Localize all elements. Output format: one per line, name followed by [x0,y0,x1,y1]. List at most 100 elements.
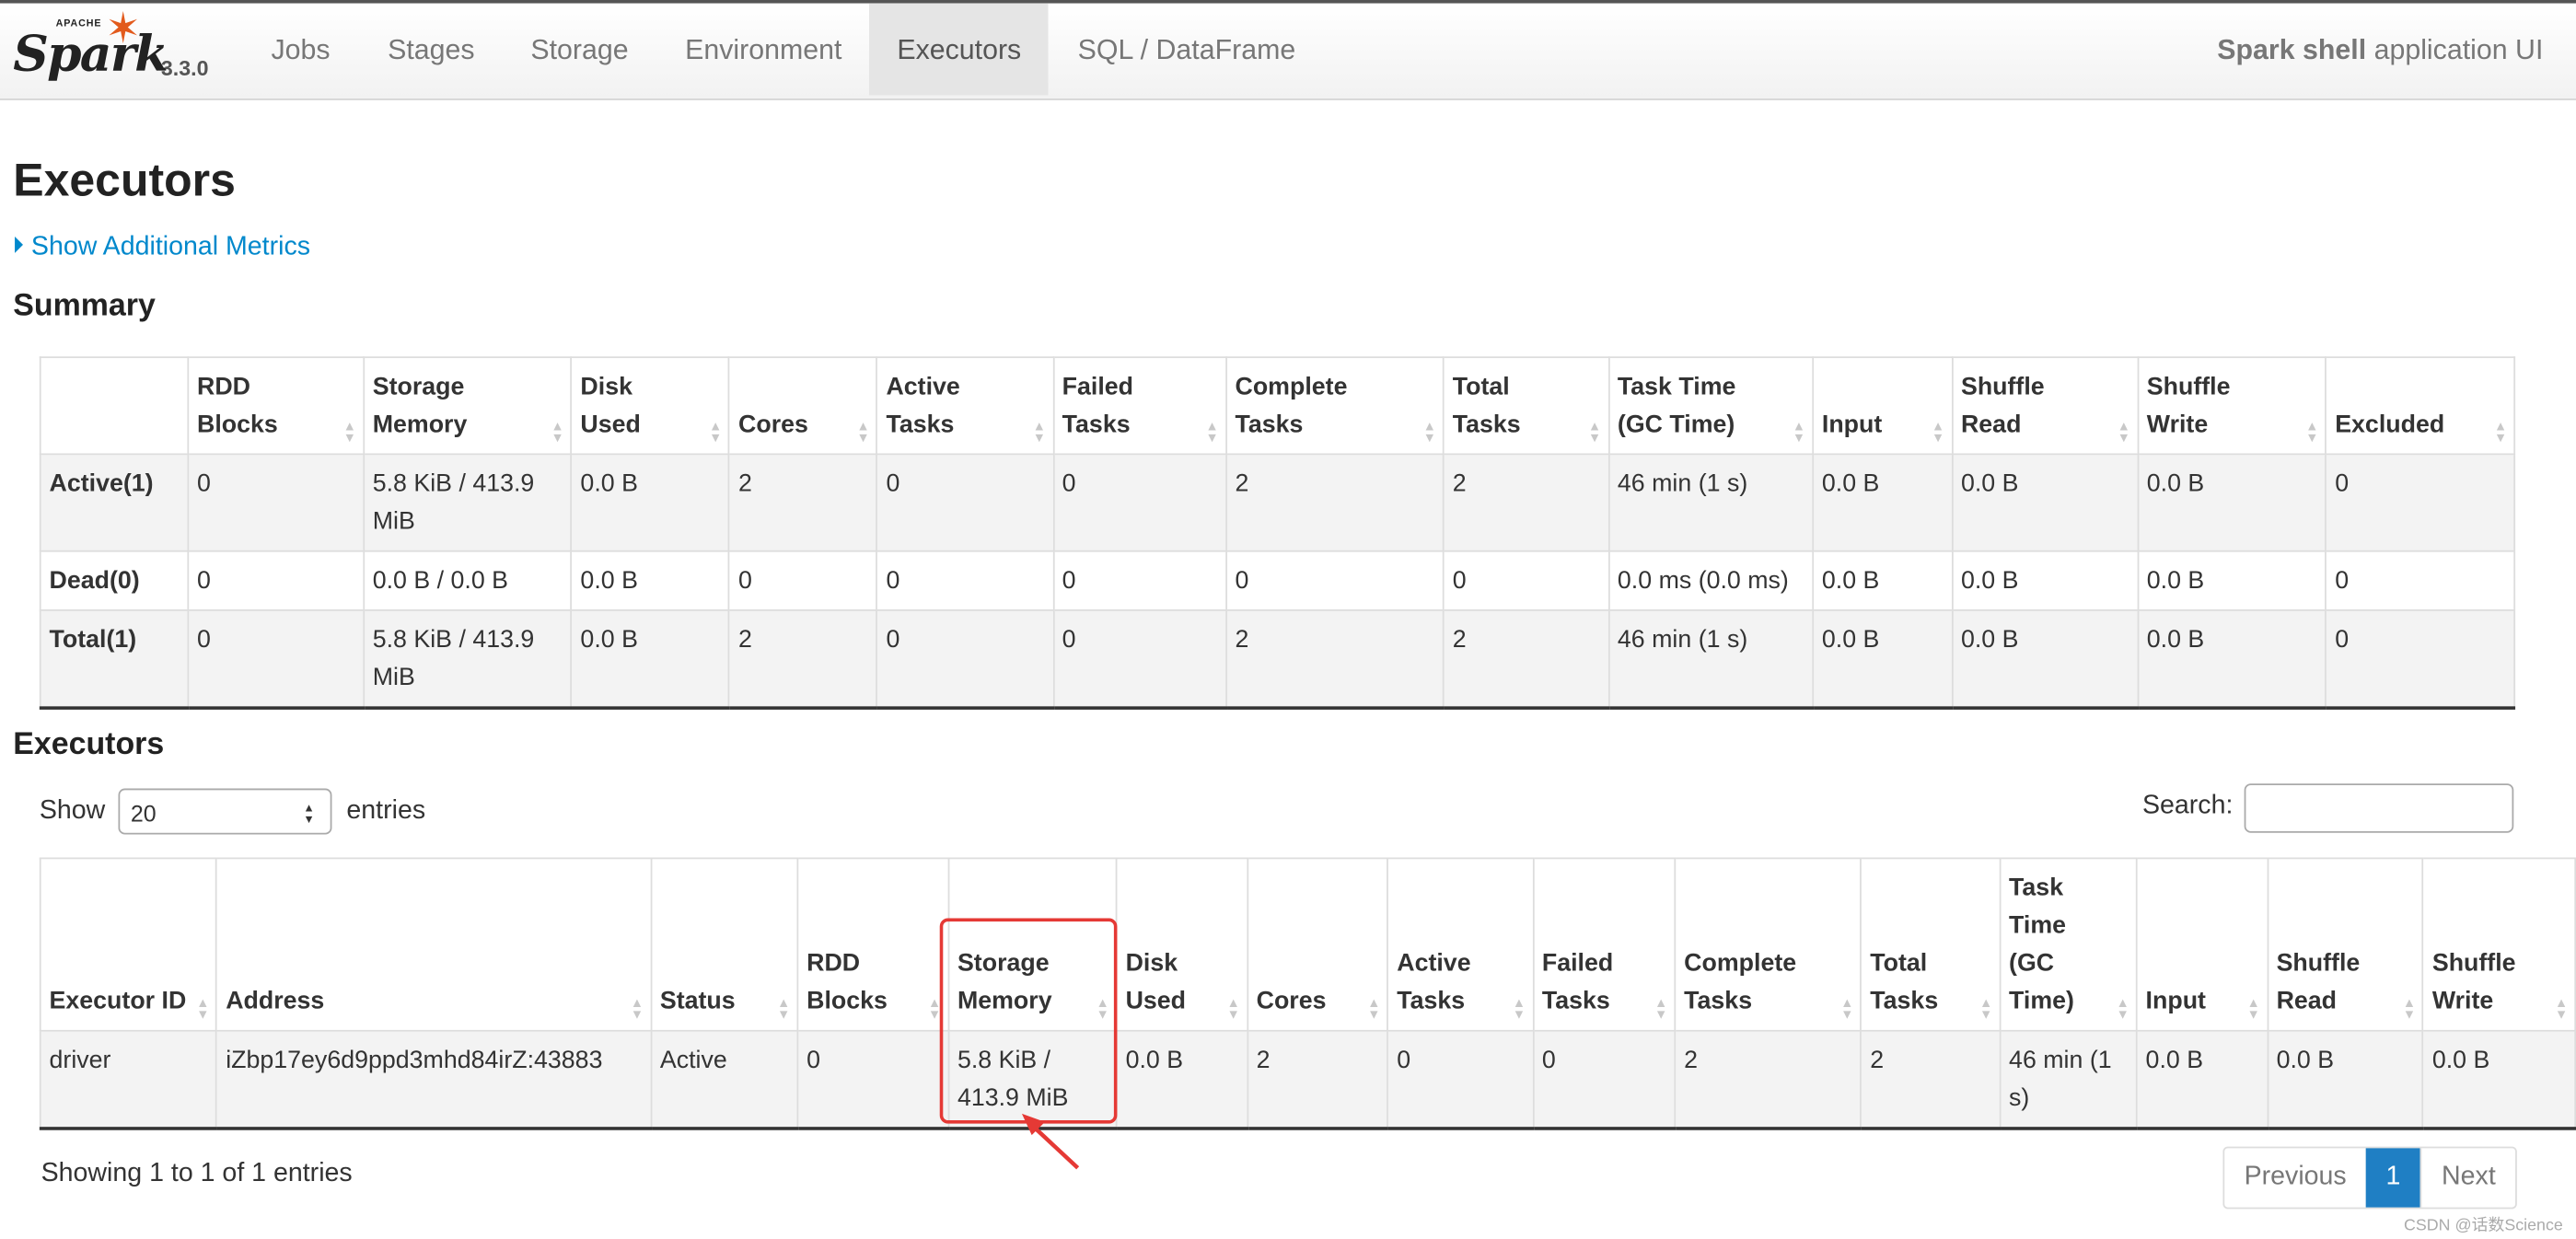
exec-header-input[interactable]: Input ▲ ▼ [2135,857,2269,1032]
next-button[interactable]: Next [2419,1148,2515,1208]
exec-cell-total-tasks: 2 [1860,1029,2002,1130]
exec-cell-address: iZbp17ey6d9ppd3mhd84irZ:43883 [215,1029,652,1130]
sort-icon: ▲ ▼ [1226,995,1240,1022]
sort-icon: ▲ ▼ [196,995,210,1022]
previous-button[interactable]: Previous [2224,1148,2366,1207]
exec-header-task-time-gc-time[interactable]: Task Time (GC Time) ▲ ▼ [1999,857,2138,1032]
summary-cell-shuffle-write: 0.0 B [2137,550,2327,611]
summary-cell-rdd-blocks: 0 [187,453,365,552]
exec-cell-failed-tasks: 0 [1532,1029,1677,1130]
summary-header-active-tasks[interactable]: Active Tasks ▲ ▼ [876,356,1054,456]
exec-cell-rdd-blocks: 0 [796,1029,950,1130]
tab-stages[interactable]: Stages [360,4,503,96]
summary-header-input[interactable]: Input ▲ ▼ [1812,356,1954,456]
sort-icon: ▲ ▼ [630,995,644,1022]
entries-select[interactable]: 20 ▲ ▼ [119,788,333,835]
table-info: Showing 1 to 1 of 1 entries [41,1159,353,1188]
summary-header-disk-used[interactable]: Disk Used ▲ ▼ [570,356,731,456]
exec-header-disk-used[interactable]: Disk Used ▲ ▼ [1115,857,1248,1032]
tab-executors[interactable]: Executors [869,3,1049,96]
arrow-annotation [1021,1113,1080,1170]
summary-header-failed-tasks[interactable]: Failed Tasks ▲ ▼ [1051,356,1227,456]
sort-icon: ▲ ▼ [2402,995,2416,1022]
summary-cell-storage-memory: 5.8 KiB / 413.9 MiB [363,609,573,710]
summary-cell-total-tasks: 0 [1443,550,1610,611]
summary-cell-cores: 2 [728,453,878,552]
exec-cell-task-time-gc-time: 46 min (1 s) [1999,1029,2138,1130]
summary-cell-failed-tasks: 0 [1051,453,1227,552]
exec-header-rdd-blocks[interactable]: RDD Blocks ▲ ▼ [796,857,950,1032]
tab-storage[interactable]: Storage [503,4,656,96]
exec-header-cores[interactable]: Cores ▲ ▼ [1246,857,1389,1032]
tab-environment[interactable]: Environment [657,4,870,96]
summary-cell-row-label: Dead(0) [39,550,190,611]
exec-header-executor-id[interactable]: Executor ID ▲ ▼ [39,857,218,1032]
exec-cell-shuffle-read: 0.0 B [2266,1029,2424,1130]
app-title: Spark shell application UI [2217,34,2544,66]
sort-icon: ▲ ▼ [1587,419,1602,446]
summary-header-excluded[interactable]: Excluded ▲ ▼ [2325,356,2516,456]
exec-cell-disk-used: 0.0 B [1115,1029,1248,1130]
search-input[interactable] [2244,783,2514,833]
summary-cell-shuffle-write: 0.0 B [2137,453,2327,552]
exec-header-shuffle-write[interactable]: Shuffle Write ▲ ▼ [2422,857,2576,1032]
exec-header-shuffle-read[interactable]: Shuffle Read ▲ ▼ [2266,857,2424,1032]
summary-cell-excluded: 0 [2325,609,2516,710]
summary-cell-disk-used: 0.0 B [570,453,731,552]
exec-header-status[interactable]: Status ▲ ▼ [650,857,799,1032]
summary-cell-failed-tasks: 0 [1051,609,1227,710]
summary-cell-disk-used: 0.0 B [570,609,731,710]
summary-cell-shuffle-write: 0.0 B [2137,609,2327,710]
summary-cell-cores: 2 [728,609,878,710]
caret-right-icon [15,236,23,253]
show-additional-metrics-link[interactable]: Show Additional Metrics [15,233,310,262]
summary-cell-complete-tasks: 2 [1224,453,1445,552]
watermark: CSDN @话数Science [2404,1217,2563,1235]
page-1-button[interactable]: 1 [2366,1148,2420,1208]
sort-icon: ▲ ▼ [1654,995,1668,1022]
sort-icon: ▲ ▼ [709,419,723,446]
summary-header-complete-tasks[interactable]: Complete Tasks ▲ ▼ [1224,356,1445,456]
summary-header-shuffle-read[interactable]: Shuffle Read ▲ ▼ [1951,356,2139,456]
exec-cell-executor-id: driver [39,1029,218,1130]
summary-cell-rdd-blocks: 0 [187,609,365,710]
table-row: Dead(0) 0 0.0 B / 0.0 B 0.0 B 0 0 0 0 0 0.0 ms (0… [39,550,2516,611]
exec-header-complete-tasks[interactable]: Complete Tasks ▲ ▼ [1674,857,1862,1032]
tab-jobs[interactable]: Jobs [243,4,358,96]
exec-header-address[interactable]: Address ▲ ▼ [215,857,652,1032]
sort-icon: ▲ ▼ [2305,419,2319,446]
sort-icon: ▲ ▼ [1840,995,1854,1022]
page-length-control: Show 20 ▲ ▼ entries [40,788,425,835]
summary-header-shuffle-write[interactable]: Shuffle Write ▲ ▼ [2137,356,2327,456]
exec-cell-complete-tasks: 2 [1674,1029,1862,1130]
summary-header-total-tasks[interactable]: Total Tasks ▲ ▼ [1443,356,1610,456]
summary-header-rdd-blocks[interactable]: RDD Blocks ▲ ▼ [187,356,365,456]
exec-header-failed-tasks[interactable]: Failed Tasks ▲ ▼ [1532,857,1677,1032]
exec-header-total-tasks[interactable]: Total Tasks ▲ ▼ [1860,857,2002,1032]
sort-icon: ▲ ▼ [2555,995,2569,1022]
sort-icon: ▲ ▼ [1367,995,1381,1022]
summary-header-task-time-gc-time[interactable]: Task Time (GC Time) ▲ ▼ [1607,356,1814,456]
summary-cell-excluded: 0 [2325,453,2516,552]
exec-cell-status: Active [650,1029,799,1130]
summary-cell-complete-tasks: 0 [1224,550,1445,611]
summary-cell-storage-memory: 5.8 KiB / 413.9 MiB [363,453,573,552]
sort-icon: ▲ ▼ [2246,995,2260,1022]
highlight-box [939,918,1118,1124]
sort-icon: ▲ ▼ [1512,995,1526,1022]
summary-cell-rdd-blocks: 0 [187,550,365,611]
sort-icon: ▲ ▼ [1792,419,1806,446]
summary-cell-excluded: 0 [2325,550,2516,611]
summary-header-cores[interactable]: Cores ▲ ▼ [728,356,878,456]
table-row: Active(1) 0 5.8 KiB / 413.9 MiB 0.0 B200224… [39,453,2516,552]
sort-icon: ▲ ▼ [1931,419,1945,446]
exec-header-active-tasks[interactable]: Active Tasks ▲ ▼ [1387,857,1534,1032]
spark-logo[interactable]: APACHE ✶ Spark 3.3.0 [10,4,224,95]
summary-cell-shuffle-read: 0.0 B [1951,550,2139,611]
summary-heading: Summary [13,289,156,324]
tab-sql-dataframe[interactable]: SQL / DataFrame [1050,4,1323,96]
exec-cell-input: 0.0 B [2135,1029,2269,1130]
summary-header-storage-memory[interactable]: Storage Memory ▲ ▼ [363,356,573,456]
executors-table: Executor ID ▲ ▼ Address ▲ ▼ Status ▲ ▼ RDD Blocks… [39,857,2576,1130]
summary-cell-total-tasks: 2 [1443,453,1610,552]
